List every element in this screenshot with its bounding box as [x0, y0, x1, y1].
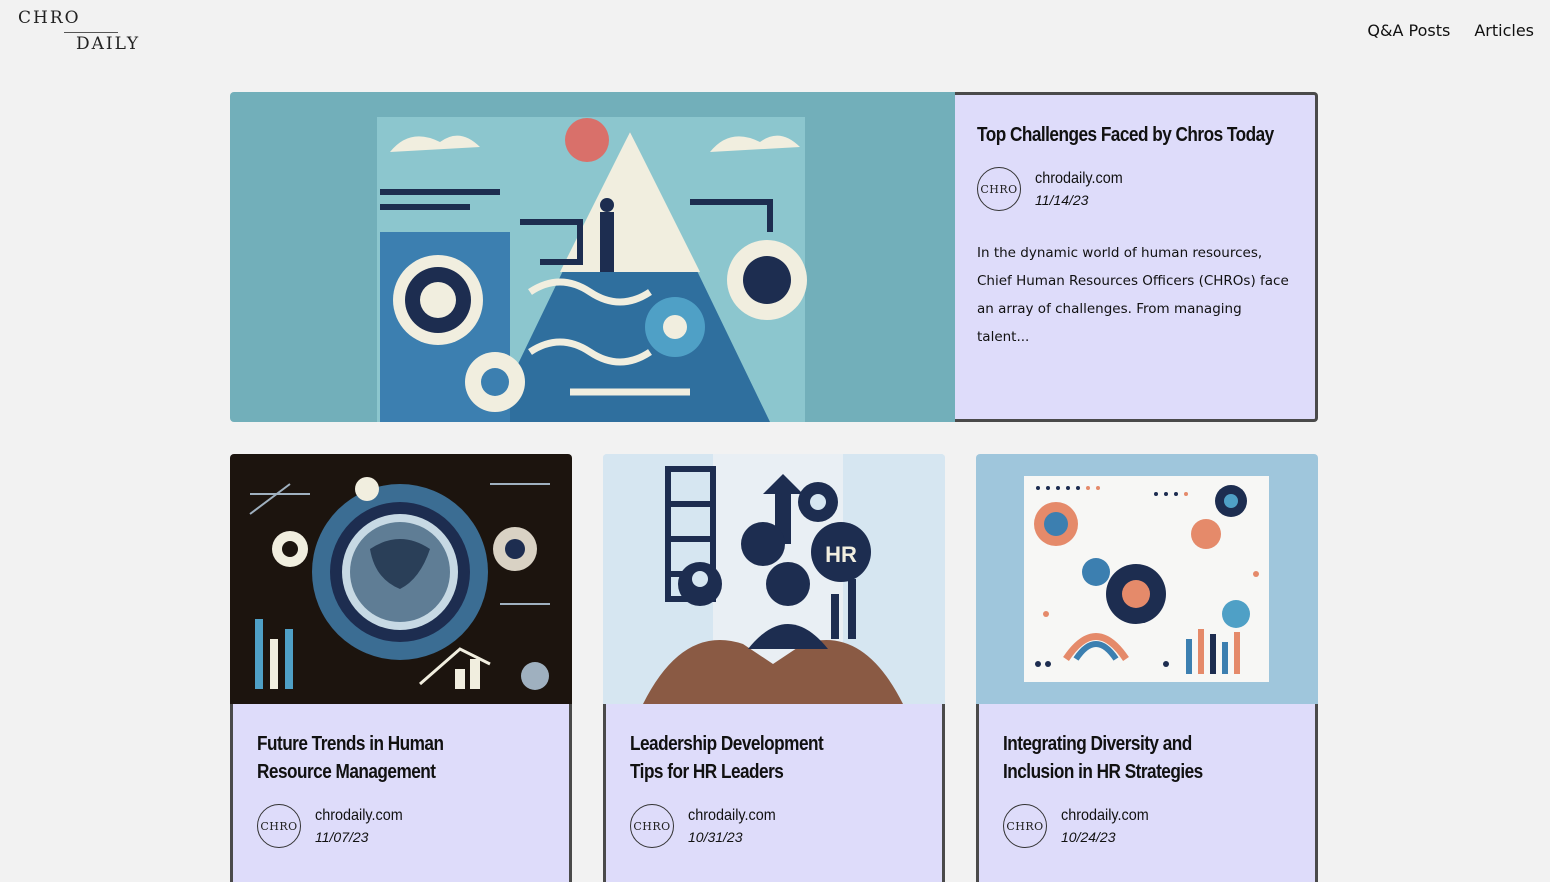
author-avatar: CHRO — [257, 804, 301, 848]
featured-image[interactable] — [230, 92, 955, 422]
featured-article[interactable]: Top Challenges Faced by Chros Today CHRO… — [230, 92, 1318, 422]
card-illustration — [1024, 476, 1269, 682]
featured-illustration — [377, 117, 807, 422]
author-site: chrodaily.com — [1035, 170, 1123, 187]
featured-excerpt: In the dynamic world of human resources,… — [977, 245, 1289, 345]
article-card[interactable]: Future Trends in Human Resource Manageme… — [230, 454, 572, 882]
card-panel: Integrating Diversity and Inclusion in H… — [976, 704, 1318, 882]
author-avatar: CHRO — [977, 167, 1021, 211]
card-panel: Future Trends in Human Resource Manageme… — [230, 704, 572, 882]
card-author: CHRO chrodaily.com 10/31/23 — [630, 804, 918, 848]
featured-panel: Top Challenges Faced by Chros Today CHRO… — [955, 92, 1318, 422]
card-author: CHRO chrodaily.com 11/07/23 — [257, 804, 545, 848]
author-site: chrodaily.com — [688, 807, 776, 824]
article-card[interactable]: HR Leadership Development Tips for HR Le… — [603, 454, 945, 882]
card-title[interactable]: Future Trends in Human Resource Manageme… — [257, 730, 463, 786]
post-date: 10/31/23 — [688, 829, 743, 845]
author-site: chrodaily.com — [315, 807, 403, 824]
card-illustration: HR — [603, 454, 945, 704]
nav-qa-posts[interactable]: Q&A Posts — [1367, 21, 1450, 40]
featured-author: CHRO chrodaily.com 11/14/23 — [977, 167, 1293, 211]
logo-line2: DAILY — [76, 34, 141, 54]
card-illustration — [249, 477, 550, 690]
author-avatar: CHRO — [630, 804, 674, 848]
author-avatar: CHRO — [1003, 804, 1047, 848]
logo-rule — [64, 32, 118, 33]
post-date: 10/24/23 — [1061, 829, 1116, 845]
author-site: chrodaily.com — [1061, 807, 1149, 824]
card-panel: Leadership Development Tips for HR Leade… — [603, 704, 945, 882]
post-date: 11/14/23 — [1035, 192, 1089, 208]
card-title[interactable]: Integrating Diversity and Inclusion in H… — [1003, 730, 1209, 786]
card-image[interactable] — [230, 454, 572, 704]
site-logo[interactable]: CHRO DAILY — [18, 8, 148, 58]
article-card[interactable]: Integrating Diversity and Inclusion in H… — [976, 454, 1318, 882]
featured-title[interactable]: Top Challenges Faced by Chros Today — [977, 121, 1274, 149]
nav-articles[interactable]: Articles — [1474, 21, 1534, 40]
svg-text:HR: HR — [825, 542, 857, 567]
card-image[interactable] — [976, 454, 1318, 704]
card-image[interactable]: HR — [603, 454, 945, 704]
logo-line1: CHRO — [18, 8, 81, 28]
top-nav: Q&A Posts Articles — [1367, 21, 1534, 40]
post-date: 11/07/23 — [315, 829, 369, 845]
card-title[interactable]: Leadership Development Tips for HR Leade… — [630, 730, 836, 786]
card-author: CHRO chrodaily.com 10/24/23 — [1003, 804, 1291, 848]
